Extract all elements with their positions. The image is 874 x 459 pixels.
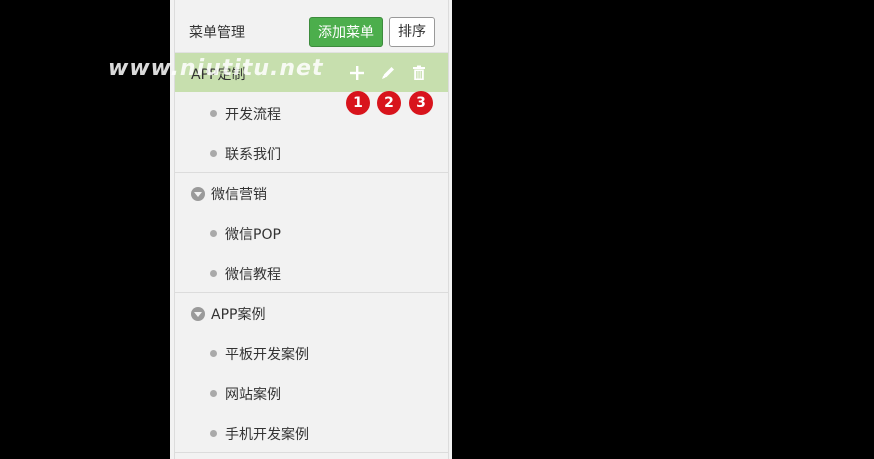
submenu-item-mobile-cases[interactable]: 手机开发案例 <box>225 424 309 444</box>
plus-icon[interactable] <box>348 64 366 82</box>
add-menu-button[interactable]: 添加菜单 <box>309 17 383 47</box>
collapse-toggle-icon[interactable] <box>191 187 205 201</box>
menu-item-app-cases[interactable]: APP案例 <box>211 304 265 324</box>
submenu-item-dev-process[interactable]: 开发流程 <box>225 104 281 124</box>
menu-panel: 菜单管理 添加菜单 排序 APP定制 1 2 3 开发流程 联系我们 微信营销 … <box>170 0 452 459</box>
submenu-item-wechat-pop[interactable]: 微信POP <box>225 224 281 244</box>
menu-item-wechat-marketing[interactable]: 微信营销 <box>211 184 267 204</box>
divider <box>175 292 448 293</box>
callout-badge-1: 1 <box>346 91 370 115</box>
menu-header: 菜单管理 添加菜单 排序 <box>175 0 448 53</box>
submenu-item-contact[interactable]: 联系我们 <box>225 144 281 164</box>
divider <box>175 452 448 453</box>
page-title: 菜单管理 <box>189 25 245 41</box>
submenu-item-tablet-cases[interactable]: 平板开发案例 <box>225 344 309 364</box>
menu-item-label: APP定制 <box>191 67 246 83</box>
bullet-icon <box>210 110 217 117</box>
callout-badge-2: 2 <box>377 91 401 115</box>
sort-button[interactable]: 排序 <box>389 17 435 47</box>
menu-panel-inner: 菜单管理 添加菜单 排序 APP定制 1 2 3 开发流程 联系我们 微信营销 … <box>174 0 449 459</box>
bullet-icon <box>210 150 217 157</box>
pencil-icon[interactable] <box>379 64 397 82</box>
submenu-item-website-cases[interactable]: 网站案例 <box>225 384 281 404</box>
bullet-icon <box>210 350 217 357</box>
divider <box>175 172 448 173</box>
bullet-icon <box>210 230 217 237</box>
bullet-icon <box>210 430 217 437</box>
collapse-toggle-icon[interactable] <box>191 307 205 321</box>
trash-icon[interactable] <box>410 64 428 82</box>
callout-badge-3: 3 <box>409 91 433 115</box>
submenu-item-wechat-tutorial[interactable]: 微信教程 <box>225 264 281 284</box>
bullet-icon <box>210 390 217 397</box>
bullet-icon <box>210 270 217 277</box>
